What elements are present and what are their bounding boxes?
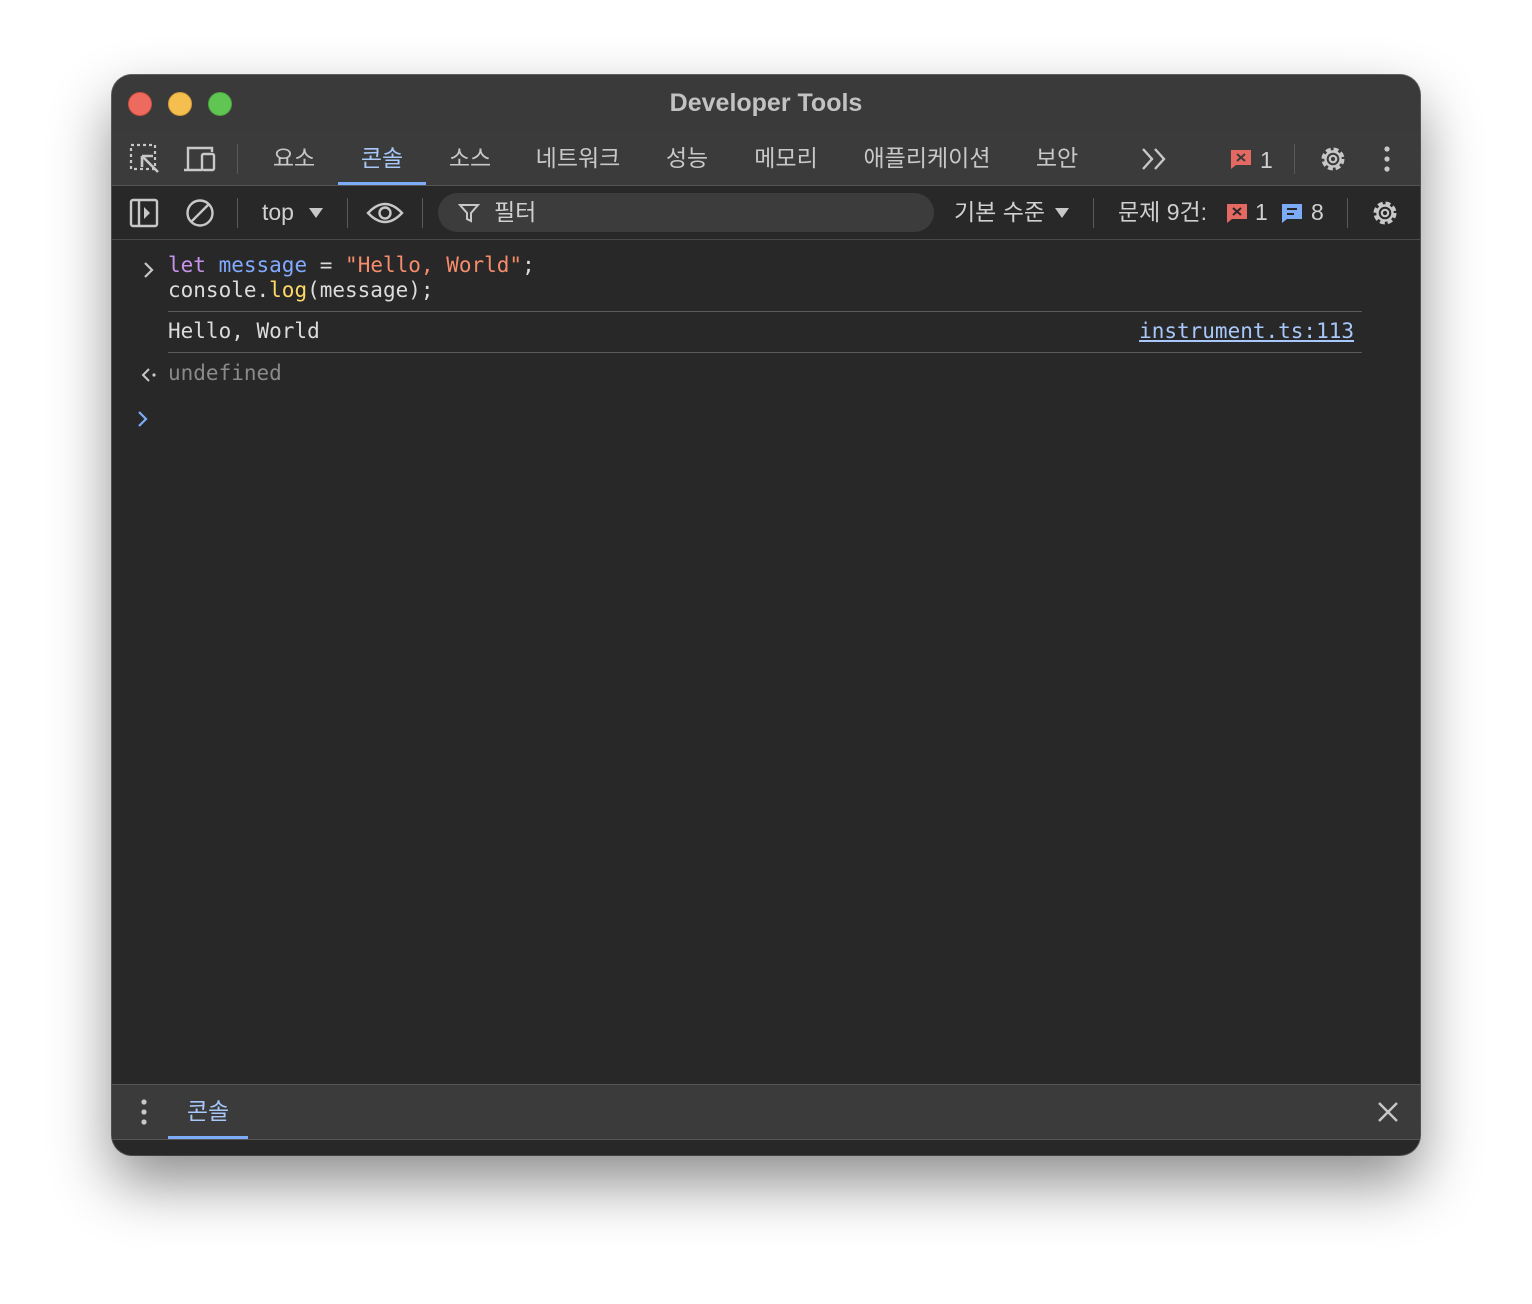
console-output[interactable]: let message = "Hello, World"; console.lo… <box>112 240 1420 1084</box>
console-settings-gear-icon[interactable] <box>1368 196 1402 230</box>
issues-label[interactable]: 문제 9건: <box>1118 186 1207 239</box>
close-drawer-icon[interactable] <box>1376 1100 1400 1124</box>
toolbar-divider <box>237 144 238 174</box>
chevron-down-icon[interactable] <box>308 207 324 219</box>
filter-placeholder: 필터 <box>494 199 537 225</box>
tab-application[interactable]: 애플리케이션 <box>854 132 1000 185</box>
issues-error-count[interactable]: 1 <box>1255 186 1268 239</box>
clear-console-icon[interactable] <box>184 197 216 229</box>
main-tab-bar: 요소 콘솔 소스 네트워크 성능 메모리 애플리케이션 보안 1 <box>112 132 1420 186</box>
operator-token: = <box>307 253 346 277</box>
tab-security[interactable]: 보안 <box>1022 132 1092 185</box>
log-message: Hello, World <box>168 319 320 343</box>
toolbar-divider <box>1294 144 1295 174</box>
tab-performance[interactable]: 성능 <box>652 132 722 185</box>
tab-sources[interactable]: 소스 <box>434 132 506 185</box>
show-sidebar-icon[interactable] <box>128 197 160 229</box>
drawer-bar: 콘솔 <box>112 1084 1420 1140</box>
prompt-chevron-icon <box>138 411 148 427</box>
console-prompt-input[interactable] <box>168 406 1348 432</box>
toolbar-divider <box>347 198 348 228</box>
live-expression-eye-icon[interactable] <box>366 198 404 228</box>
semicolon-token: ; <box>522 253 535 277</box>
settings-gear-icon[interactable] <box>1316 142 1350 176</box>
keyword-token: let <box>168 253 206 277</box>
toolbar-divider <box>422 198 423 228</box>
device-toolbar-icon[interactable] <box>182 142 218 176</box>
log-level-selector[interactable]: 기본 수준 <box>954 186 1045 239</box>
error-icon[interactable] <box>1226 202 1248 224</box>
more-tabs-icon[interactable] <box>1140 146 1168 172</box>
drawer-tab-console[interactable]: 콘솔 <box>168 1085 248 1139</box>
toolbar-divider <box>1093 198 1094 228</box>
filter-funnel-icon <box>458 204 480 223</box>
input-chevron-icon <box>144 262 154 278</box>
error-icon[interactable] <box>1230 148 1252 170</box>
drawer-menu-icon[interactable] <box>136 1097 152 1127</box>
console-toolbar: top 필터 기본 수준 문제 9건: 1 8 <box>112 186 1420 240</box>
title-bar: Developer Tools <box>112 75 1420 132</box>
tab-memory[interactable]: 메모리 <box>740 132 832 185</box>
devtools-window: Developer Tools 요소 콘솔 소스 네트워크 성능 메모리 애플리… <box>112 75 1420 1155</box>
function-token: log <box>269 278 308 302</box>
message-divider <box>168 311 1362 312</box>
return-value: undefined <box>168 361 282 385</box>
context-selector[interactable]: top <box>262 186 294 239</box>
issues-message-count[interactable]: 8 <box>1311 186 1324 239</box>
string-token: "Hello, World" <box>345 253 523 277</box>
toolbar-divider <box>1347 198 1348 228</box>
arguments-token: (message); <box>307 278 434 302</box>
more-options-icon[interactable] <box>1378 144 1396 174</box>
filter-input[interactable]: 필터 <box>438 193 934 232</box>
toolbar-divider <box>237 198 238 228</box>
console-input-line-2: console.log(message); <box>168 278 434 302</box>
message-divider <box>168 352 1362 353</box>
info-message-icon[interactable] <box>1281 202 1303 224</box>
console-input-line-1: let message = "Hello, World"; <box>168 253 535 277</box>
window-title: Developer Tools <box>669 89 863 117</box>
chevron-down-icon[interactable] <box>1054 207 1070 219</box>
error-count[interactable]: 1 <box>1260 147 1273 174</box>
inspect-element-icon[interactable] <box>128 142 162 176</box>
tab-elements[interactable]: 요소 <box>258 132 330 185</box>
log-source-link[interactable]: instrument.ts:113 <box>1139 319 1354 343</box>
variable-token: message <box>218 253 308 277</box>
tab-console[interactable]: 콘솔 <box>338 132 426 185</box>
object-token: console. <box>168 278 270 302</box>
return-value-arrow-icon <box>141 368 156 382</box>
tab-network[interactable]: 네트워크 <box>524 132 632 185</box>
